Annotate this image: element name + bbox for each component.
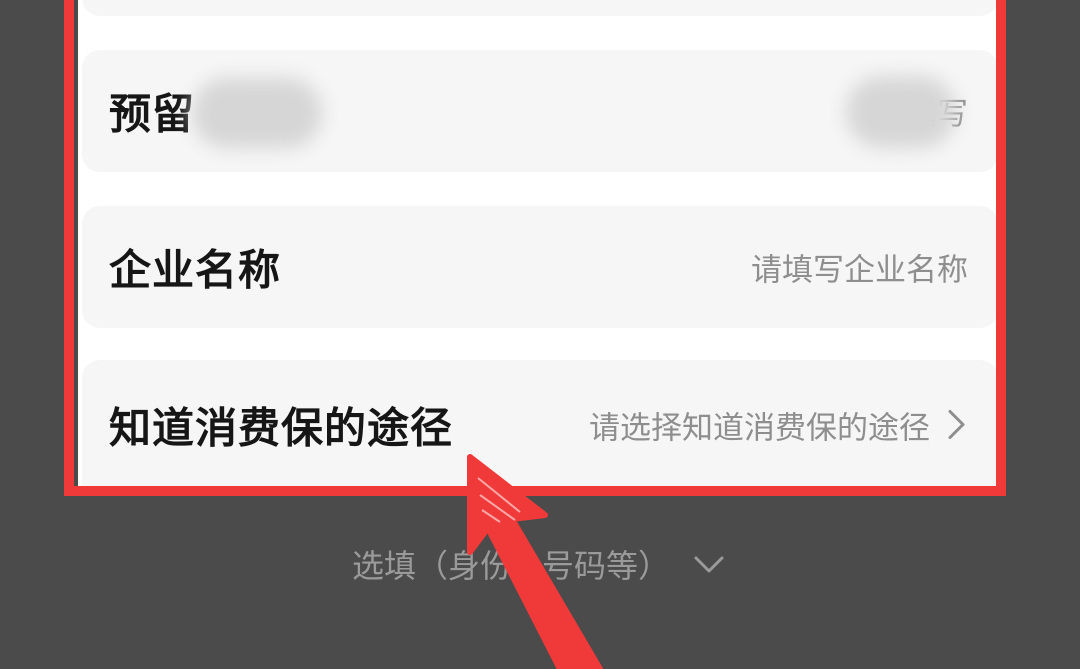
optional-fields-label-tail: 号码等） xyxy=(542,547,671,585)
screen: 预留 请填写 企业名称 请填写企业名称 知道消费保的途径 请选择知道消费保的途径… xyxy=(0,0,1080,669)
optional-fields-toggle[interactable]: 选填（身份 号码等） xyxy=(352,541,726,587)
highlight-frame xyxy=(64,0,1006,496)
chevron-down-icon xyxy=(694,556,724,573)
optional-fields-label: 选填（身份 xyxy=(352,547,513,585)
